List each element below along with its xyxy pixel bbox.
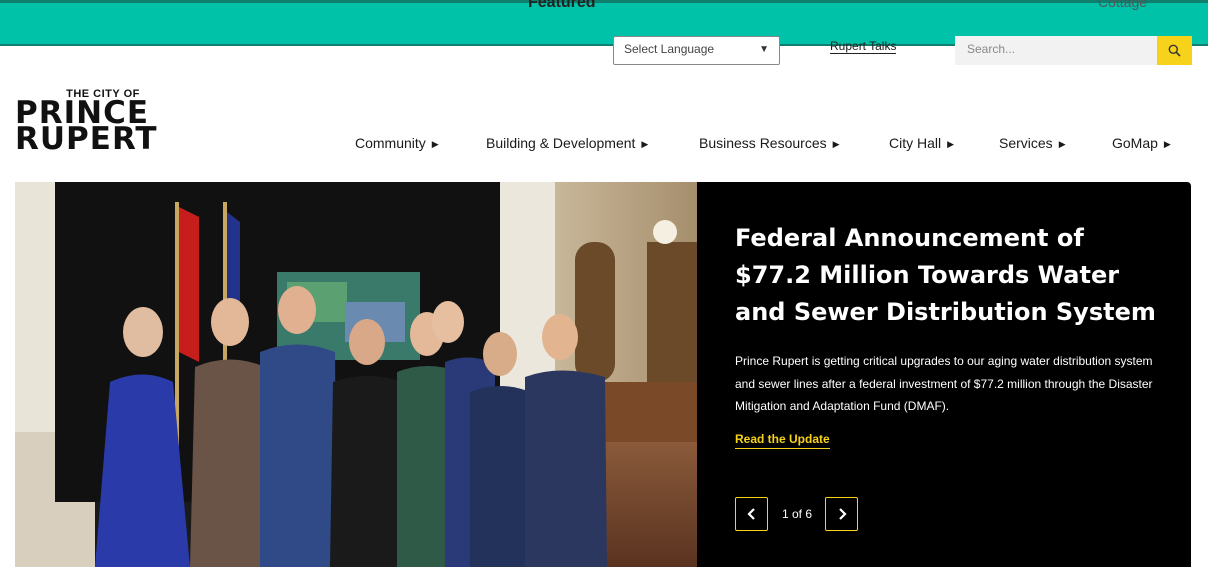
city-logo[interactable]: THE CITY OF PRINCE RUPERT: [15, 88, 191, 157]
logo-line-2: RUPERT: [15, 121, 158, 157]
search-placeholder: Search...: [967, 42, 1016, 56]
hero-panel: Federal Announcement of $77.2 Million To…: [697, 182, 1191, 567]
caret-right-icon: ▶: [1163, 139, 1171, 149]
nav-item-business-resources[interactable]: Business Resources ▶: [699, 135, 840, 151]
nav-item-community[interactable]: Community ▶: [355, 135, 439, 151]
nav-item-services[interactable]: Services ▶: [999, 135, 1066, 151]
nav-label: Services: [999, 135, 1053, 151]
hero-description: Prince Rupert is getting critical upgrad…: [735, 354, 1153, 413]
nav-label: City Hall: [889, 135, 942, 151]
prev-slide-button[interactable]: [735, 497, 768, 531]
nav-label: Business Resources: [699, 135, 827, 151]
featured-label: Featured: [528, 0, 596, 11]
caret-right-icon: ▶: [1058, 139, 1066, 149]
nav-item-city-hall[interactable]: City Hall ▶: [889, 135, 954, 151]
nav-label: Community: [355, 135, 426, 151]
nav-label: Building & Development: [486, 135, 636, 151]
main-nav: Community ▶ Building & Development ▶ Busin…: [355, 135, 1185, 155]
slide-counter: 1 of 6: [782, 507, 813, 521]
next-slide-button[interactable]: [825, 497, 858, 531]
search-input[interactable]: Search...: [955, 36, 1157, 65]
hero-photo: [15, 182, 697, 567]
read-update-link[interactable]: Read the Update: [735, 432, 830, 449]
nav-label: GoMap: [1112, 135, 1158, 151]
chevron-down-icon: ▼: [759, 44, 769, 55]
search-button[interactable]: [1157, 36, 1192, 65]
language-select[interactable]: Select Language ▼: [613, 36, 780, 65]
language-select-label: Select Language: [624, 42, 715, 56]
nav-item-building-development[interactable]: Building & Development ▶: [486, 135, 648, 151]
hero-slider: Federal Announcement of $77.2 Million To…: [15, 182, 1191, 567]
chevron-right-icon: [838, 508, 847, 520]
top-right-link[interactable]: Cottage: [1098, 0, 1147, 10]
hero-title: Federal Announcement of $77.2 Million To…: [735, 224, 1156, 326]
rupert-talks-link[interactable]: Rupert Talks: [830, 39, 897, 54]
caret-right-icon: ▶: [947, 139, 955, 149]
search-icon: [1168, 44, 1181, 57]
caret-right-icon: ▶: [641, 139, 649, 149]
caret-right-icon: ▶: [832, 139, 840, 149]
chevron-left-icon: [746, 508, 755, 520]
nav-item-gomap[interactable]: GoMap ▶: [1112, 135, 1171, 151]
caret-right-icon: ▶: [431, 139, 439, 149]
